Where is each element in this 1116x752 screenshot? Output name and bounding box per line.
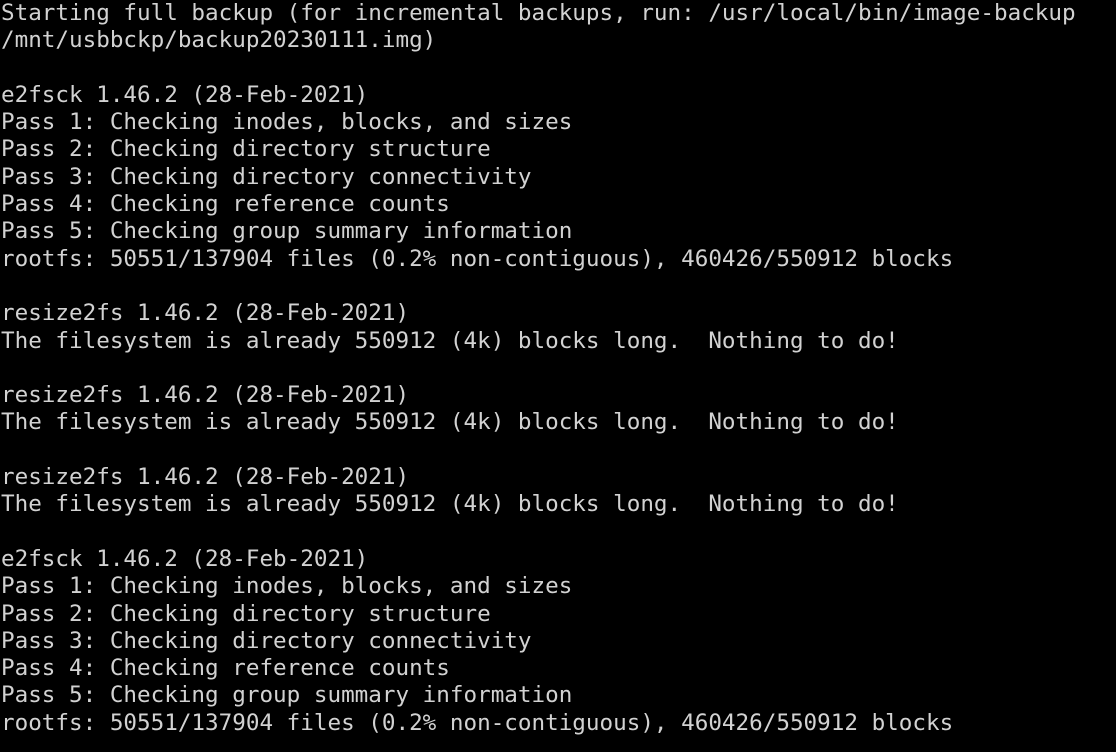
terminal-line: Pass 4: Checking reference counts	[1, 191, 450, 218]
terminal-line: Pass 2: Checking directory structure	[1, 136, 491, 163]
terminal-line: The filesystem is already 550912 (4k) bl…	[1, 327, 899, 354]
terminal-line: Pass 5: Checking group summary informati…	[1, 218, 573, 245]
terminal-line: rootfs: 50551/137904 files (0.2% non-con…	[1, 709, 954, 736]
terminal-line: Pass 5: Checking group summary informati…	[1, 682, 573, 709]
terminal-line: Starting full backup (for incremental ba…	[1, 0, 1076, 26]
terminal-line: The filesystem is already 550912 (4k) bl…	[1, 409, 899, 436]
terminal-line: /mnt/usbbckp/backup20230111.img)	[1, 27, 437, 54]
terminal-output-console[interactable]: Starting full backup (for incremental ba…	[0, 0, 1116, 752]
terminal-line: Pass 4: Checking reference counts	[1, 655, 450, 682]
terminal-line: resize2fs 1.46.2 (28-Feb-2021)	[1, 464, 410, 491]
terminal-line: Pass 3: Checking directory connectivity	[1, 627, 532, 654]
terminal-line: resize2fs 1.46.2 (28-Feb-2021)	[1, 382, 410, 409]
terminal-line: e2fsck 1.46.2 (28-Feb-2021)	[1, 545, 369, 572]
terminal-line: Pass 3: Checking directory connectivity	[1, 163, 532, 190]
terminal-line: resize2fs 1.46.2 (28-Feb-2021)	[1, 300, 410, 327]
terminal-line: e2fsck 1.46.2 (28-Feb-2021)	[1, 81, 369, 108]
terminal-line: rootfs: 50551/137904 files (0.2% non-con…	[1, 245, 954, 272]
terminal-line: Pass 1: Checking inodes, blocks, and siz…	[1, 109, 573, 136]
terminal-line: The filesystem is already 550912 (4k) bl…	[1, 491, 899, 518]
terminal-line: Pass 1: Checking inodes, blocks, and siz…	[1, 573, 573, 600]
terminal-line: Pass 2: Checking directory structure	[1, 600, 491, 627]
